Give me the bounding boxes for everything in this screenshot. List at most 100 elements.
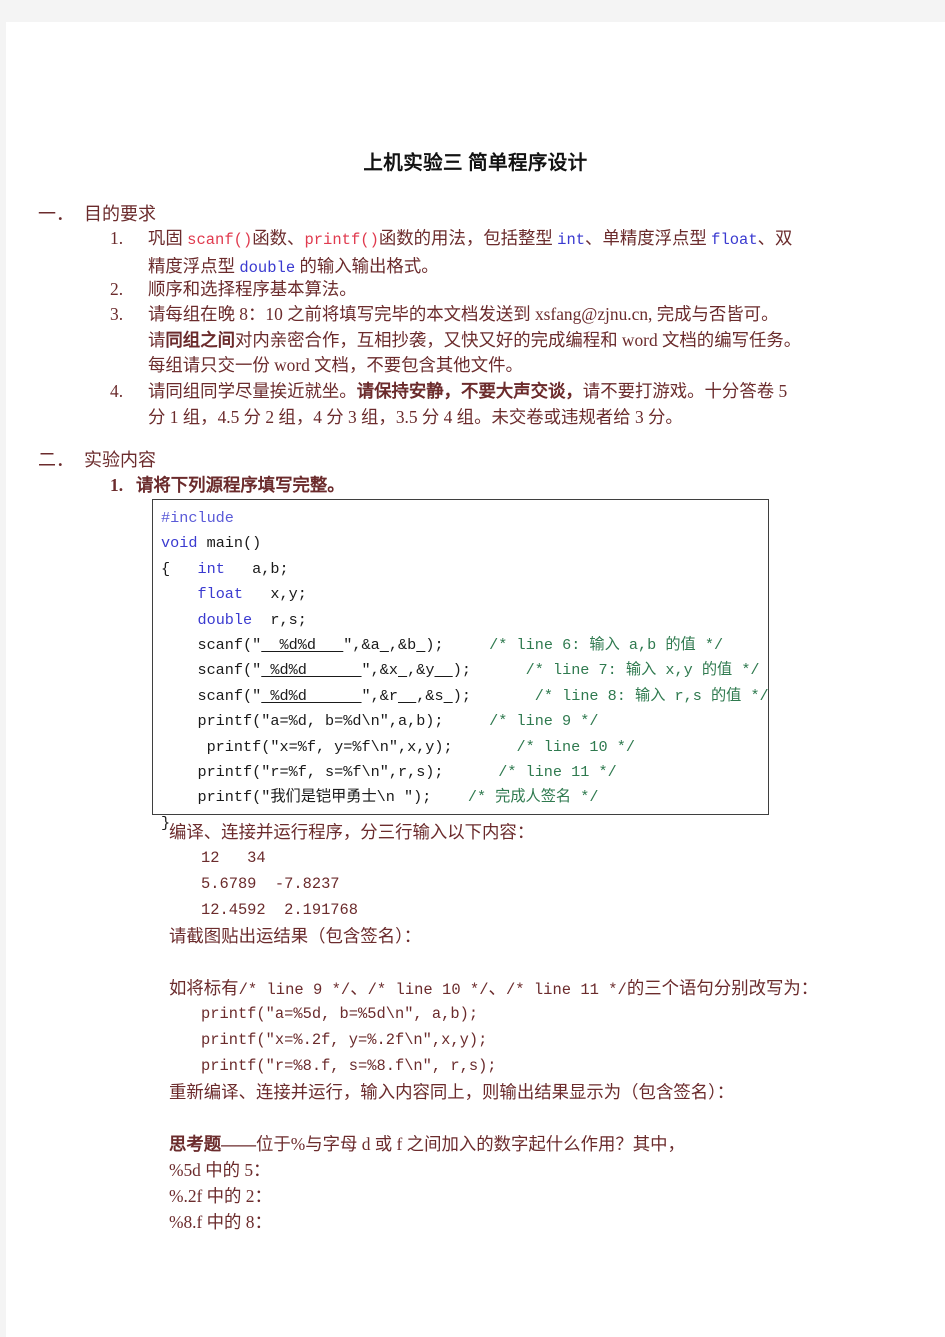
code-text: ); — [452, 686, 471, 705]
line-11-token: /* line 11 */ — [505, 981, 627, 999]
text-run: 对内亲密合作，互相抄袭，又快又好的完成编程和 word 文档的编写任务。 — [234, 329, 802, 350]
fill-in-blank[interactable] — [434, 661, 452, 679]
fill-in-blank[interactable] — [398, 661, 407, 679]
fill-in-blank[interactable]: %d%d — [261, 636, 343, 654]
float-token: float — [711, 231, 758, 249]
list-marker: 2. — [110, 279, 124, 299]
keyword-token: void — [161, 534, 198, 553]
page-title: 上机实验三 简单程序设计 — [363, 153, 588, 174]
text-run: 请不要打游戏。十分答卷 5 — [582, 381, 788, 401]
code-text: x,y; — [243, 585, 307, 604]
code-text: printf("我们是铠甲勇士\n "); — [161, 788, 432, 807]
code-gap — [444, 712, 490, 730]
line-9-token: /* line 9 */ — [238, 981, 351, 999]
list-item-text: 请每组在晚 8：10 之前将填写完毕的本文档发送到 xsfang@zjnu.cn… — [148, 304, 779, 324]
list-marker: 4. — [110, 381, 124, 401]
code-text: ",&x — [361, 661, 398, 680]
code-text: ",&r — [361, 686, 398, 705]
rewrite-code-line-2: printf("x=%.2f, y=%.2f\n",x,y); — [201, 1031, 488, 1049]
code-gap — [471, 687, 535, 705]
section-heading-1: 一． 目的要求 — [38, 200, 156, 226]
printf-token: printf() — [304, 231, 379, 249]
code-text: scanf(" — [161, 686, 262, 705]
list-item-text-line2: 分 1 组，4.5 分 2 组，4 分 3 组，3.5 分 4 组。未交卷或违规… — [148, 406, 683, 427]
code-text: main() — [197, 534, 262, 553]
code-comment: /* line 10 */ — [516, 737, 635, 756]
code-text: ); — [425, 636, 444, 655]
screenshot-request: 请截图贴出运结果（包含签名）： — [169, 926, 422, 946]
fill-in-blank[interactable] — [380, 636, 389, 654]
code-line: void main() — [161, 531, 768, 556]
code-gap — [444, 763, 499, 781]
sample-input-line-3: 12.4592 2.191768 — [201, 901, 359, 919]
code-text: ,&b — [388, 636, 417, 655]
list-item-text: 巩固 scanf()函数、printf()函数的用法，包括整型 int、单精度浮… — [148, 226, 896, 254]
list-item: 3. 请每组在晚 8：10 之前将填写完毕的本文档发送到 xsfang@zjnu… — [106, 302, 896, 379]
text-run: 、 — [350, 978, 368, 998]
list-item-text: 请同组同学尽量挨近就坐。请保持安静，不要大声交谈，请不要打游戏。十分答卷 5 — [148, 379, 896, 405]
text-run: 的三个语句分别改写为： — [626, 978, 819, 998]
thinking-label: 思考题—— — [169, 1134, 256, 1154]
code-line: double r,s; — [161, 608, 768, 633]
code-line: printf("x=%f, y=%f\n",x,y); /* line 10 *… — [161, 735, 768, 760]
list-item-text-line3: 每组请只交一份 word 文档，不要包含其他文件。 — [148, 355, 523, 376]
rewrite-lead: 如将标有/* line 9 */、/* line 10 */、/* line 1… — [169, 976, 818, 1004]
rewrite-code-line-1: printf("a=%5d, b=%5d\n", a,b); — [201, 1005, 479, 1023]
code-line: { int a,b; — [161, 557, 768, 582]
text-run: 、 — [488, 978, 506, 998]
code-comment: /* line 7: 输入 x,y 的值 */ — [525, 661, 760, 680]
keyword-token: int — [197, 559, 225, 578]
code-line: #include — [161, 506, 768, 531]
rewrite-code-line-3: printf("r=%8.f, s=%8.f\n", r,s); — [201, 1057, 497, 1075]
code-line: scanf(" %d%d ",&r ,&s ); /* line 8: 输入 r… — [161, 684, 768, 709]
code-text: ,&y — [407, 661, 435, 680]
code-text: ",&a — [343, 636, 380, 655]
list-item-text: 顺序和选择程序基本算法。 — [148, 279, 357, 299]
task-1-marker: 1. — [110, 475, 124, 495]
code-gap — [453, 738, 517, 756]
code-text: ,&s — [416, 686, 444, 705]
thinking-q2: %.2f 中的 2： — [169, 1186, 272, 1206]
code-comment: /* 完成人签名 */ — [467, 788, 599, 807]
double-token: double — [239, 258, 296, 277]
fill-in-blank[interactable] — [398, 687, 416, 705]
text-run: 请 — [148, 329, 166, 350]
code-line: printf("a=%d, b=%d\n",a,b); /* line 9 */ — [161, 709, 768, 734]
sample-input-line-1: 12 34 — [201, 849, 266, 867]
text-run: 、双 — [757, 228, 793, 248]
document-page: 上机实验三 简单程序设计 一． 目的要求 1. 巩固 scanf()函数、prin… — [6, 22, 945, 1337]
code-line: printf("r=%f, s=%f\n",r,s); /* line 11 *… — [161, 760, 768, 785]
text-run: 精度浮点型 — [148, 255, 240, 276]
preprocessor-token: #include — [161, 509, 234, 527]
code-comment: /* line 11 */ — [498, 763, 617, 782]
code-text: { — [161, 559, 198, 578]
code-text: scanf(" — [161, 636, 262, 655]
task-1-heading: 1. 请将下列源程序填写完整。 — [110, 472, 345, 497]
list-item: 2. 顺序和选择程序基本算法。 — [106, 277, 896, 302]
emphasis-run: 请保持安静，不要大声交谈， — [356, 381, 583, 401]
code-comment: /* line 8: 输入 r,s 的值 */ — [534, 686, 769, 705]
code-text: printf("r=%f, s=%f\n",r,s); — [161, 763, 444, 782]
code-gap — [431, 788, 467, 806]
fill-in-blank[interactable] — [444, 687, 453, 705]
list-marker: 3. — [110, 304, 124, 324]
objectives-list: 1. 巩固 scanf()函数、printf()函数的用法，包括整型 int、单… — [106, 226, 896, 430]
scanf-token: scanf() — [187, 231, 253, 249]
rewrite-result-request: 重新编译、连接并运行，输入内容同上，则输出结果显示为（包含签名）： — [169, 1082, 735, 1102]
list-item-text-line2: 请同组之间对内亲密合作，互相抄袭，又快又好的完成编程和 word 文档的编写任务… — [148, 328, 896, 354]
fill-in-blank[interactable]: %d%d — [261, 661, 361, 679]
section-1-number: 一． — [38, 204, 74, 224]
code-comment: /* line 6: 输入 a,b 的值 */ — [489, 636, 724, 655]
code-comment: /* line 9 */ — [489, 712, 599, 731]
code-line: printf("我们是铠甲勇士\n "); /* 完成人签名 */ — [161, 785, 768, 810]
code-text: a,b; — [224, 559, 289, 578]
section-heading-2: 二． 实验内容 — [38, 446, 156, 472]
text-run: 函数、 — [252, 228, 305, 248]
list-marker: 1. — [110, 228, 124, 248]
text-run: 的输入输出格式。 — [295, 255, 439, 276]
fill-in-blank[interactable] — [416, 636, 425, 654]
text-run: 巩固 — [148, 228, 188, 248]
fill-in-blank[interactable]: %d%d — [261, 687, 361, 705]
